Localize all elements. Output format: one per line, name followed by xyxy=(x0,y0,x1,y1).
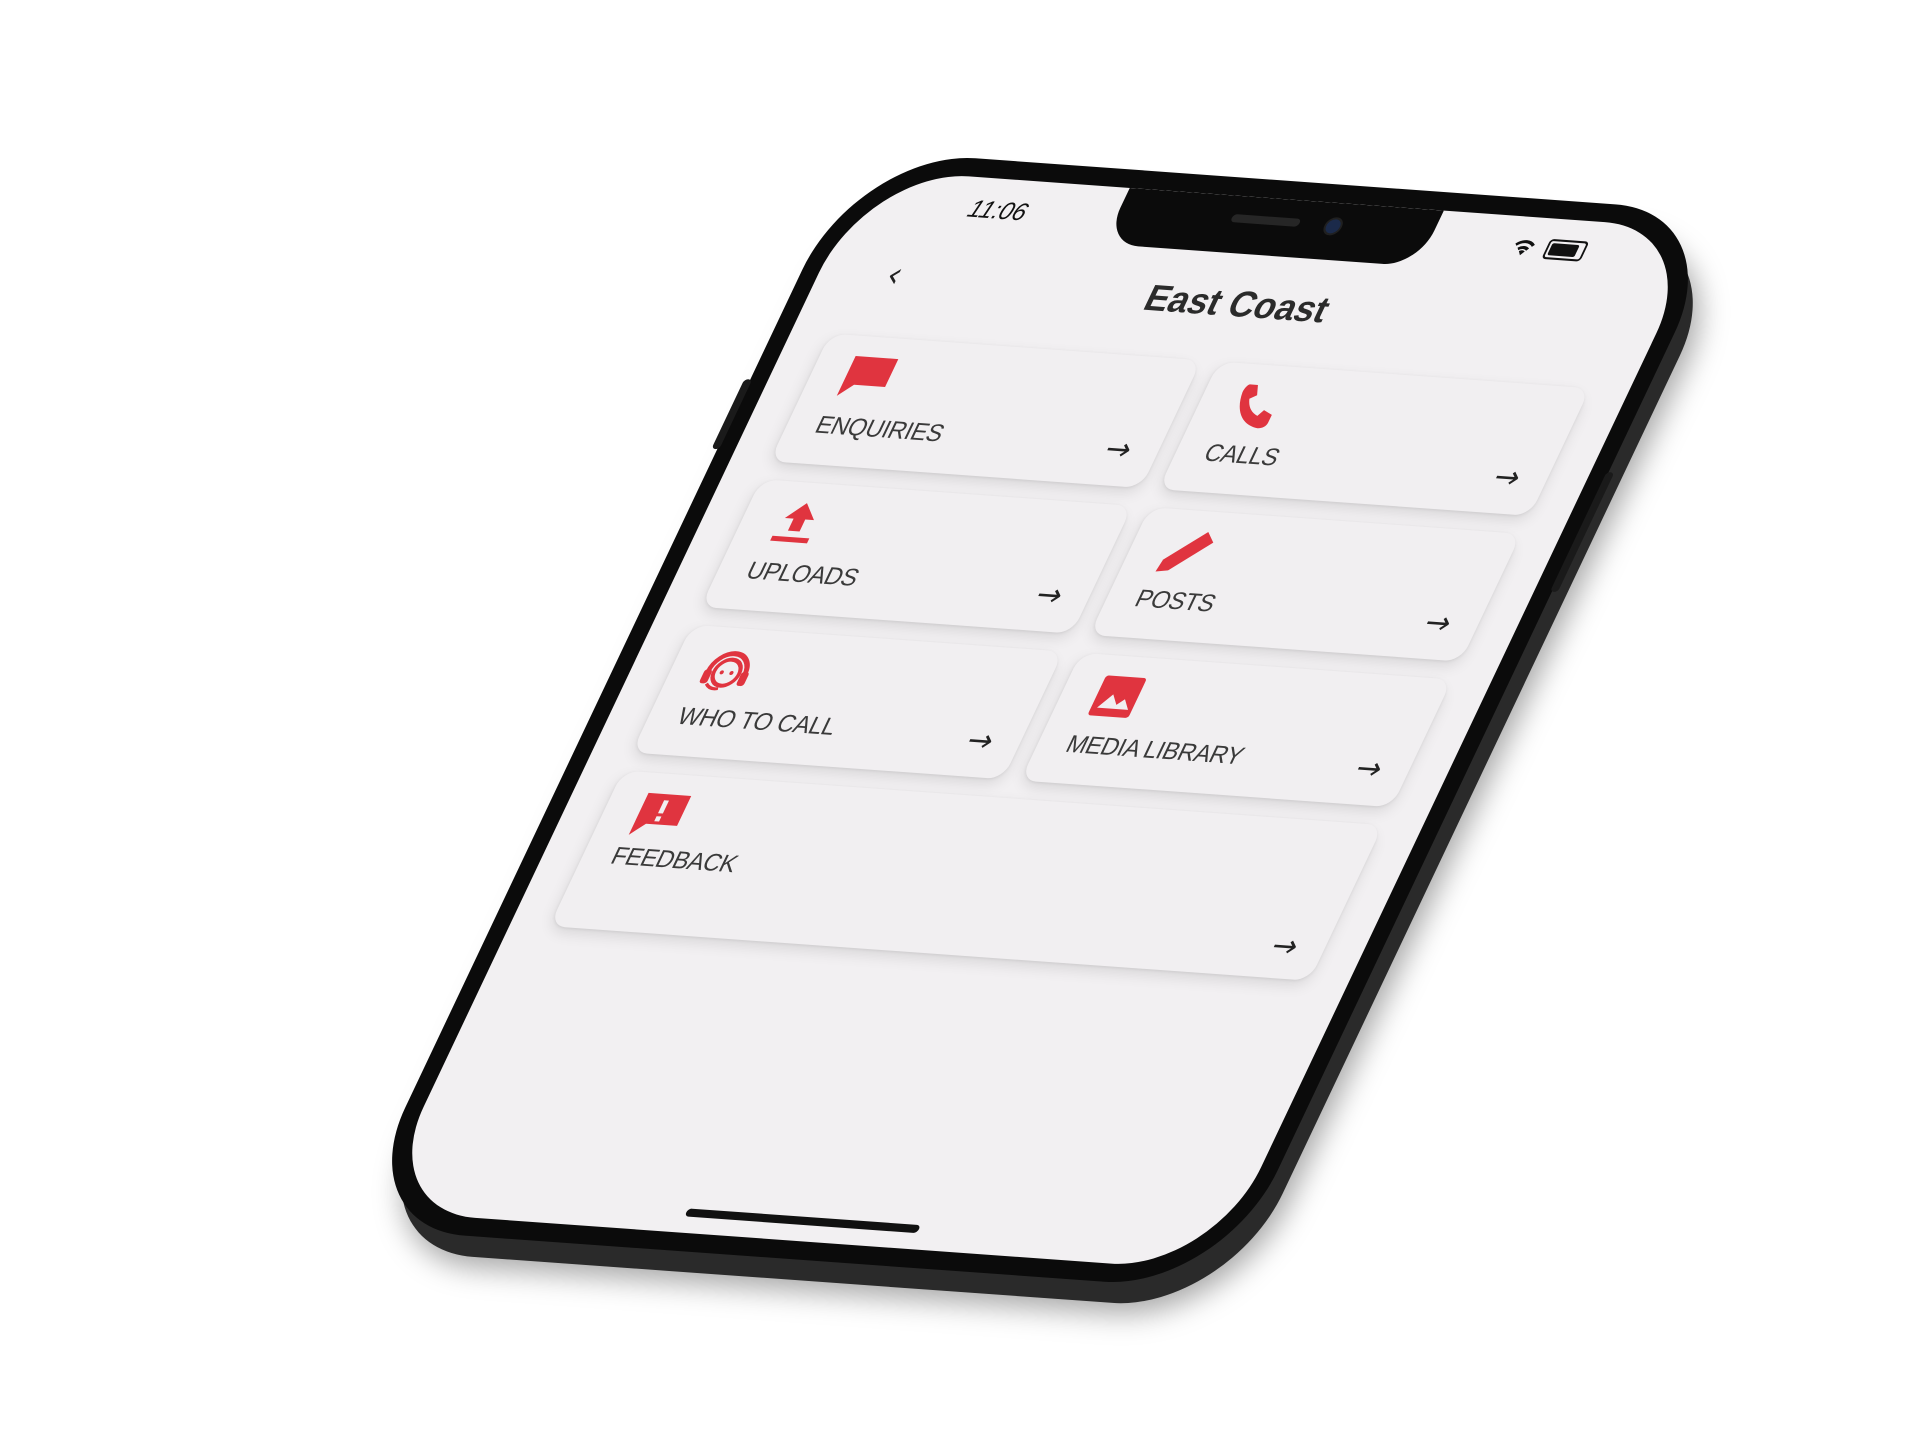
arrow-right-icon: → xyxy=(1264,928,1306,965)
tile-label: CALLS xyxy=(1199,439,1285,472)
phone-icon xyxy=(1239,384,1272,429)
phone-screen: 11:06 ‹ East Coast ENQUIRIES → CALLS → U… xyxy=(374,169,1706,1271)
tile-media-library[interactable]: MEDIA LIBRARY → xyxy=(1020,652,1453,808)
arrow-right-icon: → xyxy=(1486,459,1528,497)
tile-feedback[interactable]: FEEDBACK → xyxy=(549,770,1384,981)
arrow-right-icon: → xyxy=(1097,431,1139,469)
status-icons xyxy=(1506,236,1590,262)
tile-calls[interactable]: CALLS → xyxy=(1158,361,1591,516)
wifi-icon xyxy=(1515,240,1535,256)
tile-label: POSTS xyxy=(1130,585,1221,618)
stage: 11:06 ‹ East Coast ENQUIRIES → CALLS → U… xyxy=(0,0,1920,1440)
tile-enquiries[interactable]: ENQUIRIES → xyxy=(769,333,1202,488)
tile-uploads[interactable]: UPLOADS → xyxy=(700,479,1133,634)
pencil-icon xyxy=(1155,531,1214,572)
tile-label: MEDIA LIBRARY xyxy=(1061,730,1249,771)
tile-who-to-call[interactable]: WHO TO CALL → xyxy=(631,624,1064,780)
tile-label: FEEDBACK xyxy=(606,842,743,879)
arrow-right-icon: → xyxy=(1028,577,1070,614)
front-camera xyxy=(1320,216,1347,236)
upload-icon xyxy=(770,503,814,544)
chat-bubble-icon xyxy=(836,355,899,396)
headset-agent-icon xyxy=(699,651,750,691)
tile-label: UPLOADS xyxy=(741,557,864,592)
battery-icon xyxy=(1541,238,1590,262)
arrow-right-icon: → xyxy=(959,722,1001,760)
menu-grid: ENQUIRIES → CALLS → UPLOADS → POSTS → WH… xyxy=(549,333,1591,981)
page-title: East Coast xyxy=(1137,276,1338,331)
speaker-grille xyxy=(1229,214,1302,227)
home-indicator[interactable] xyxy=(684,1208,921,1234)
feedback-alert-icon xyxy=(628,792,692,835)
status-time: 11:06 xyxy=(963,195,1033,227)
tile-posts[interactable]: POSTS → xyxy=(1089,507,1522,662)
image-icon xyxy=(1088,675,1146,718)
tile-label: ENQUIRIES xyxy=(810,411,949,448)
tile-label: WHO TO CALL xyxy=(672,702,842,741)
arrow-right-icon: → xyxy=(1348,750,1390,788)
arrow-right-icon: → xyxy=(1417,604,1459,642)
phone-device: 11:06 ‹ East Coast ENQUIRIES → CALLS → U… xyxy=(348,149,1732,1291)
